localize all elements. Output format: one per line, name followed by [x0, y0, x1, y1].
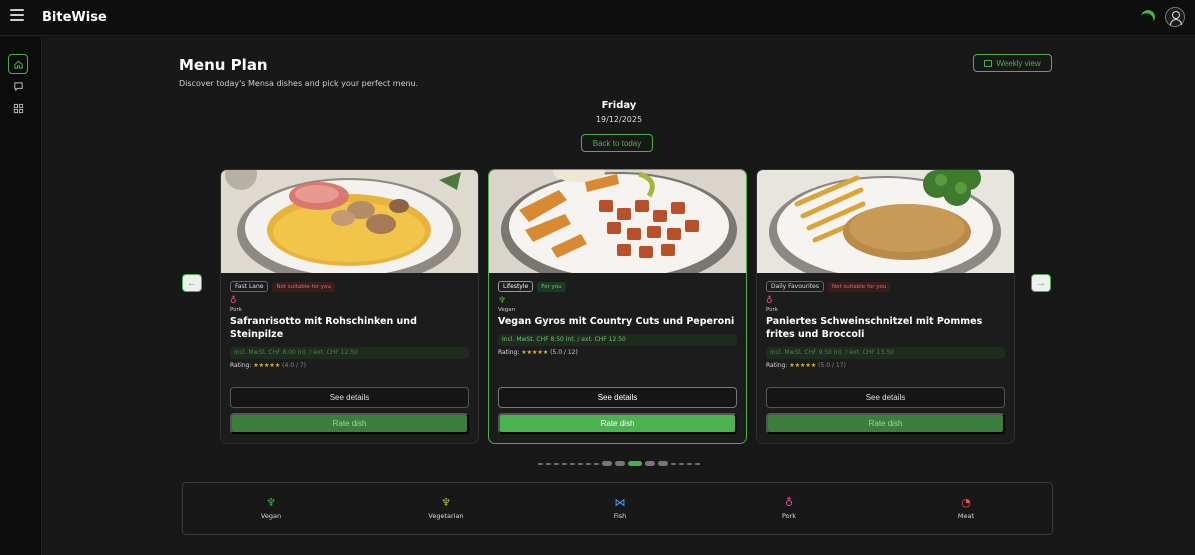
see-details-button[interactable]: See details — [230, 387, 469, 408]
see-details-button[interactable]: See details — [766, 387, 1005, 408]
legend-label: Pork — [781, 512, 797, 520]
page-dot[interactable] — [594, 462, 599, 465]
leaf-icon: ♆ — [441, 496, 451, 509]
dish-title: Vegan Gyros mit Country Cuts und Peperon… — [498, 316, 735, 327]
dish-card-featured: Lifestyle For you ♆ Vegan Vegan Gyros mi… — [488, 169, 747, 444]
diet-label: Pork — [766, 307, 778, 313]
day-date: 19/12/2025 — [595, 115, 643, 124]
dish-title: Safranrisotto mit Rohschinken und Steinp… — [230, 316, 417, 340]
rate-dish-button[interactable]: Rate dish — [498, 413, 737, 434]
page-dot[interactable] — [687, 462, 692, 465]
category-tag: Fast Lane — [230, 281, 269, 292]
dish-card: Daily Favourites Not suitable for you ♁ … — [756, 169, 1015, 444]
price-info: Incl. MwSt. CHF 8.50 int. / ext. CHF 12.… — [498, 334, 737, 346]
legend-label: Meat — [957, 512, 975, 520]
pig-icon: ♁ — [784, 496, 794, 509]
diet-label: Pork — [230, 307, 242, 313]
page-dot[interactable] — [586, 462, 591, 465]
leaf-icon: ♆ — [266, 496, 276, 509]
prev-arrow-button[interactable]: ← — [182, 274, 202, 292]
page-dot[interactable] — [570, 462, 575, 465]
rating-prefix: Rating: — [230, 362, 252, 369]
star-rating-icon: ★★★★★ — [253, 362, 281, 369]
page-title: Menu Plan — [179, 56, 268, 74]
back-to-today-button[interactable]: Back to today — [581, 134, 653, 152]
page-dot[interactable] — [671, 462, 676, 465]
dish-title: Paniertes Schweinschnitzel mit Pommes fr… — [766, 316, 983, 340]
star-rating-icon: ★★★★★ — [521, 349, 549, 356]
page-dot[interactable] — [562, 462, 567, 465]
legend-item-vegetarian: ♆ Vegetarian — [406, 496, 486, 521]
rating-prefix: Rating: — [498, 349, 520, 356]
suitability-badge: Not suitable for you — [828, 281, 891, 292]
legend-label: Vegetarian — [428, 512, 464, 520]
legend-item-meat: ◔ Meat — [926, 496, 1006, 521]
category-tag: Lifestyle — [498, 281, 534, 292]
chat-icon[interactable] — [8, 76, 28, 96]
pig-icon: ♁ — [230, 296, 237, 306]
next-arrow-button[interactable]: → — [1031, 274, 1051, 292]
rating: Rating: ★★★★★ (4.0 / 7) — [230, 362, 469, 369]
page-dot[interactable] — [645, 461, 655, 466]
meat-icon: ◔ — [961, 496, 971, 509]
leaf-icon: ♆ — [498, 296, 507, 306]
price-info: Incl. MwSt. CHF 8.00 int. / ext. CHF 12.… — [230, 347, 469, 359]
top-bar: BiteWise — [0, 0, 1195, 36]
page-dot[interactable] — [679, 462, 684, 465]
carousel-pagination — [538, 461, 700, 466]
sidebar — [0, 37, 42, 555]
diet-legend: ♆ Vegan ♆ Vegetarian ⋈ Fish ♁ Pork ◔ Mea… — [182, 482, 1053, 535]
weekly-view-button[interactable]: Weekly view — [973, 54, 1052, 72]
rating-value: (4.0 / 7) — [282, 362, 307, 369]
top-actions — [1141, 7, 1185, 27]
day-name: Friday — [601, 100, 637, 111]
dish-image — [221, 170, 478, 273]
dish-image — [489, 170, 746, 273]
rating: Rating: ★★★★★ (5.0 / 12) — [498, 349, 737, 356]
legend-label: Fish — [613, 512, 627, 520]
page-dot-active[interactable] — [628, 461, 642, 466]
rating-value: (5.0 / 17) — [818, 362, 846, 369]
weekly-view-label: Weekly view — [996, 58, 1041, 68]
star-rating-icon: ★★★★★ — [789, 362, 817, 369]
rate-dish-button[interactable]: Rate dish — [230, 413, 469, 434]
rating-prefix: Rating: — [766, 362, 788, 369]
menu-icon[interactable] — [10, 9, 24, 23]
page-dot[interactable] — [546, 462, 551, 465]
legend-label: Vegan — [260, 512, 282, 520]
dish-card: Fast Lane Not suitable for you ♁ Pork Sa… — [220, 169, 479, 444]
page-dot[interactable] — [538, 462, 543, 465]
calendar-icon — [984, 59, 993, 67]
suitability-badge: Not suitable for you — [272, 281, 335, 292]
see-details-button[interactable]: See details — [498, 387, 737, 408]
page-subtitle: Discover today's Mensa dishes and pick y… — [179, 79, 419, 88]
legend-item-fish: ⋈ Fish — [580, 496, 660, 521]
diet-label: Vegan — [498, 307, 516, 313]
legend-item-vegan: ♆ Vegan — [231, 496, 311, 521]
category-tag: Daily Favourites — [766, 281, 824, 292]
page-dot[interactable] — [658, 461, 668, 466]
page-dot[interactable] — [695, 462, 700, 465]
suitability-badge: For you — [537, 281, 566, 292]
app-name: BiteWise — [42, 10, 107, 25]
user-avatar-icon[interactable] — [1165, 7, 1185, 27]
page-dot[interactable] — [578, 462, 583, 465]
theme-toggle-icon[interactable] — [1138, 7, 1157, 26]
home-icon[interactable] — [8, 54, 28, 74]
rate-dish-button[interactable]: Rate dish — [766, 413, 1005, 434]
price-info: Incl. MwSt. CHF 9.50 int. / ext. CHF 13.… — [766, 347, 1005, 359]
legend-item-pork: ♁ Pork — [749, 496, 829, 521]
rating: Rating: ★★★★★ (5.0 / 17) — [766, 362, 1005, 369]
grid-icon[interactable] — [8, 98, 28, 118]
page-dot[interactable] — [615, 461, 625, 466]
pig-icon: ♁ — [766, 296, 773, 306]
main-content: Menu Plan Discover today's Mensa dishes … — [43, 37, 1195, 555]
fish-icon: ⋈ — [614, 496, 626, 509]
dish-image — [757, 170, 1014, 273]
page-dot[interactable] — [554, 462, 559, 465]
rating-value: (5.0 / 12) — [550, 349, 578, 356]
page-dot[interactable] — [602, 461, 612, 466]
